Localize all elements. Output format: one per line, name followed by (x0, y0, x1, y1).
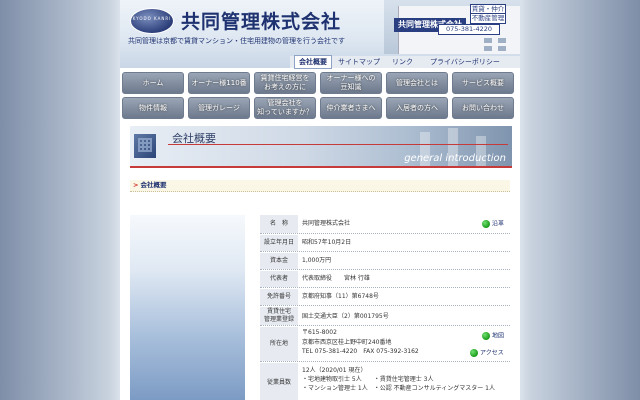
table-row: 代表者 代表取締役 宮林 行雄 (260, 271, 510, 288)
row-value: 国土交通大臣（2）第001795号 (302, 313, 389, 320)
table-row: 名 称 共同管理株式会社 沿革 (260, 215, 510, 234)
building-cube-icon (134, 134, 156, 158)
logo-mark-text: KYODO KANRI (132, 16, 172, 21)
top-utility-nav: 会社概要 サイトマップ リンク プライバシーポリシー (290, 55, 520, 69)
nav-garage-button[interactable]: 管理ガレージ (188, 97, 250, 119)
building-window (484, 46, 492, 51)
access-link-label: アクセス (480, 349, 504, 357)
row-label: 免許番号 (260, 289, 298, 305)
table-row: 設立年月日 昭和57年10月2日 (260, 235, 510, 252)
nav-properties-button[interactable]: 物件情報 (122, 97, 184, 119)
breadcrumb-label: 会社概要 (140, 181, 167, 189)
phone-fax: TEL 075-381-4220 FAX 075-392-3162 (302, 348, 419, 355)
map-link[interactable]: 地図 (482, 332, 504, 341)
building-window (484, 38, 492, 43)
site-tagline: 共同管理は京都で賃貸マンション・住宅用建物の管理を行う会社です (128, 37, 345, 45)
nav-what-is-management-button[interactable]: 管理会社とは (386, 72, 448, 94)
employee-qualifications-2: ・マンション管理士 1人 ・公認 不動産コンサルティングマスター 1人 (302, 385, 495, 392)
nav-residents-button[interactable]: 入居者の方へ (386, 97, 448, 119)
table-row: 賃貸住宅 管理業登録 国土交通大臣（2）第001795号 (260, 307, 510, 326)
main-nav-row-2: 物件情報 管理ガレージ 管理会社を 知っていますか？ 仲介業者さまへ 入居者の方… (120, 97, 520, 121)
page-background: KYODO KANRI 共同管理株式会社 共同管理は京都で賃貸マンション・住宅用… (0, 0, 640, 400)
nav-service-overview-button[interactable]: サービス概要 (452, 72, 514, 94)
nav-owner-tips-button[interactable]: オーナー様への 豆知識 (320, 72, 382, 94)
sky-photo (130, 215, 245, 400)
nav-brokers-button[interactable]: 仲介業者さまへ (320, 97, 382, 119)
table-row: 所在地 〒615-8002 京都市西京区桂上野中町240番地 TEL 075-3… (260, 327, 510, 362)
row-label: 代表者 (260, 271, 298, 287)
topnav-links[interactable]: リンク (392, 56, 413, 68)
row-value: 1,000万円 (302, 257, 332, 264)
table-row: 資本金 1,000万円 (260, 253, 510, 270)
table-row: 従業員数 12人（2020/01 現在） ・宅地建物取引士 5人 ・賃貸住宅管理… (260, 363, 510, 400)
employee-count: 12人（2020/01 現在） (302, 367, 367, 374)
row-label: 名 称 (260, 215, 298, 233)
building-window (498, 46, 506, 51)
banner-divider (168, 144, 508, 145)
green-bullet-icon (482, 220, 490, 228)
row-label: 資本金 (260, 253, 298, 269)
breadcrumb-arrow-icon: > (133, 181, 139, 189)
history-link-label: 沿革 (492, 220, 505, 228)
nav-home-button[interactable]: ホーム (122, 72, 184, 94)
map-link-label: 地図 (492, 332, 505, 340)
nav-rental-management-button[interactable]: 賃貸住宅経営を お考えの方に (254, 72, 316, 94)
company-logo-mark[interactable]: KYODO KANRI (130, 8, 174, 34)
breadcrumb: > 会社概要 (130, 180, 510, 192)
access-link[interactable]: アクセス (470, 349, 504, 358)
row-label: 所在地 (260, 327, 298, 361)
table-row: 免許番号 京都府知事（11）第6748号 (260, 289, 510, 306)
history-link[interactable]: 沿革 (482, 220, 504, 229)
building-window (498, 38, 506, 43)
topnav-sitemap[interactable]: サイトマップ (338, 56, 380, 68)
green-bullet-icon (470, 349, 478, 357)
building-sign-sub2: 不動産管理 (470, 13, 506, 24)
nav-contact-button[interactable]: お問い合わせ (452, 97, 514, 119)
building-sign-tel: 075-381-4220 (438, 24, 500, 35)
page-banner: 会社概要 general introduction (130, 126, 512, 168)
topnav-privacy-policy[interactable]: プライバシーポリシー (430, 56, 500, 68)
row-value: 代表取締役 宮林 行雄 (302, 275, 370, 282)
row-label: 従業員数 (260, 363, 298, 400)
postal-code: 〒615-8002 (302, 329, 337, 336)
employee-qualifications-1: ・宅地建物取引士 5人 ・賃貸住宅管理士 3人 (302, 376, 434, 383)
topnav-company-overview[interactable]: 会社概要 (294, 55, 332, 69)
nav-owner-110-button[interactable]: オーナー様110番 (188, 72, 250, 94)
nav-know-management-button[interactable]: 管理会社を 知っていますか？ (254, 97, 316, 119)
breadcrumb-item: > 会社概要 (133, 180, 166, 191)
row-label: 賃貸住宅 管理業登録 (260, 307, 298, 325)
green-bullet-icon (482, 332, 490, 340)
page-subtitle: general introduction (404, 153, 506, 164)
row-value: 京都府知事（11）第6748号 (302, 293, 379, 300)
row-label: 設立年月日 (260, 235, 298, 251)
main-nav-row-1: ホーム オーナー様110番 賃貸住宅経営を お考えの方に オーナー様への 豆知識… (120, 72, 520, 96)
header-building-image: 共同管理株式会社 賃貸・仲介 不動産管理 075-381-4220 (384, 0, 520, 54)
row-value: 昭和57年10月2日 (302, 239, 352, 246)
row-value: 共同管理株式会社 (302, 220, 351, 227)
address: 京都市西京区桂上野中町240番地 (302, 339, 392, 346)
company-logo-text[interactable]: 共同管理株式会社 (181, 7, 341, 34)
